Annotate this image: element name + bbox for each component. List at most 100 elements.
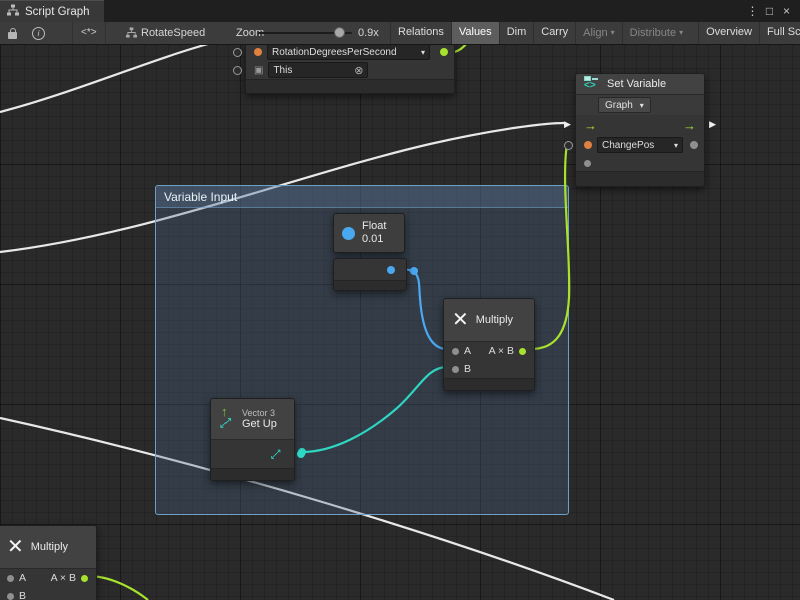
node-footer [334, 280, 406, 290]
value-input-port[interactable] [564, 141, 573, 150]
relations-button[interactable]: Relations [390, 22, 451, 44]
vector3-icon: ↗ ↙ [270, 448, 282, 460]
node-multiply[interactable]: ✕ Multiply A A × B B [443, 298, 535, 391]
target-field[interactable]: This ⊗ [268, 62, 368, 78]
info-icon[interactable]: i [32, 27, 45, 40]
variable-name-dropdown[interactable]: RotationDegreesPerSecond ▾ [267, 44, 430, 60]
float-type-icon [342, 227, 355, 240]
node-set-variable[interactable]: <> Set Variable Graph ▾ ▶ → → ▶ Ch [575, 73, 705, 187]
values-button[interactable]: Values [451, 22, 499, 44]
scope-label: Graph [605, 100, 633, 111]
node-multiply-2[interactable]: ✕ Multiply A A × B B [0, 525, 97, 600]
overview-button[interactable]: Overview [698, 22, 759, 44]
flow-out-arrow-icon[interactable]: → [683, 119, 696, 132]
tab-script-graph[interactable]: Script Graph [0, 0, 104, 22]
input-a-port[interactable] [7, 575, 14, 582]
titlebar: Script Graph ⋮ □ × [0, 0, 800, 22]
output-row: ↗ ↙ [211, 440, 294, 468]
circle-x-icon[interactable]: ⊗ [354, 64, 363, 77]
node-get-up[interactable]: ↑ ↗ ↙ Vector 3 Get Up ↗ ↙ [210, 398, 295, 481]
unity-script-graph-window: Script Graph ⋮ □ × i <*> RotateSpeed Zoo… [0, 0, 800, 600]
node-header: ✕ Multiply [0, 526, 96, 569]
carry-button[interactable]: Carry [533, 22, 575, 44]
flow-row: ▶ → → ▶ [576, 115, 704, 135]
node-float-literal[interactable]: Float 0.01 [333, 213, 405, 253]
type-label: Vector 3 [242, 408, 277, 418]
extra-port-row [576, 155, 704, 171]
wire-green-multiply-to-changepos[interactable] [531, 144, 569, 349]
chevron-down-icon: ▾ [679, 28, 683, 37]
output-row [334, 259, 406, 280]
node-title: Multiply [476, 314, 513, 326]
code-icon[interactable]: <*> [72, 22, 106, 44]
flow-out-triangle[interactable]: ▶ [709, 120, 716, 129]
node-footer [444, 378, 534, 390]
input-a-row: A A × B [444, 342, 534, 360]
align-button[interactable]: Align▾ [575, 22, 621, 44]
dim-button[interactable]: Dim [499, 22, 534, 44]
node-get-variable[interactable]: RotationDegreesPerSecond ▾ ▣ This ⊗ [245, 44, 455, 94]
set-variable-icon: <> [584, 76, 600, 92]
input-b-label: B [464, 363, 471, 375]
node-header: ✕ Multiply [444, 299, 534, 342]
value-output-port[interactable] [440, 48, 448, 56]
float-output-port[interactable] [387, 266, 395, 274]
menu-icon[interactable]: ⋮ [744, 4, 761, 18]
node-float-output[interactable] [333, 258, 407, 291]
input-b-row: B [444, 360, 534, 378]
variable-row: ChangePos ▾ [576, 135, 704, 155]
output-port[interactable] [690, 141, 698, 149]
output-port[interactable] [519, 348, 526, 355]
variable-kind-dot [254, 48, 262, 56]
variable-kind-dot [584, 141, 592, 149]
wire-teal-getup-to-multiply-b[interactable] [302, 367, 447, 452]
node-title: Set Variable [607, 78, 666, 90]
output-port[interactable] [81, 575, 88, 582]
graph-canvas[interactable]: Variable Input RotationDegreesPerSecond … [0, 44, 800, 600]
input-b-label: B [19, 590, 26, 600]
zoom-slider-knob[interactable] [334, 27, 345, 38]
chevron-down-icon: ▾ [674, 141, 678, 150]
input-b-row: B [0, 587, 96, 600]
scope-row: Graph ▾ [576, 95, 704, 115]
chevron-down-icon: ▾ [640, 101, 644, 110]
wire-blue-bend-dot[interactable] [410, 267, 418, 275]
graph-asset-icon [126, 27, 137, 41]
input-b-port[interactable] [452, 366, 459, 373]
input-port[interactable] [233, 66, 242, 75]
node-footer [576, 171, 704, 186]
input-port[interactable] [233, 48, 242, 57]
node-header: ↑ ↗ ↙ Vector 3 Get Up [211, 399, 294, 440]
flow-in-triangle[interactable]: ▶ [564, 120, 571, 129]
input-a-label: A [19, 572, 26, 584]
node-footer [211, 468, 294, 480]
input-b-port[interactable] [7, 593, 14, 600]
node-title: Multiply [31, 541, 68, 553]
cube-icon: ▣ [254, 65, 263, 76]
variable-name-dropdown[interactable]: ChangePos ▾ [597, 137, 683, 153]
input-a-row: A A × B [0, 569, 96, 587]
output-label: A × B [489, 345, 514, 357]
lock-icon[interactable] [8, 32, 17, 39]
input-a-port[interactable] [452, 348, 459, 355]
tab-title: Script Graph [25, 6, 90, 18]
close-icon[interactable]: × [778, 4, 795, 18]
graph-name-label: RotateSpeed [141, 22, 205, 44]
maximize-icon[interactable]: □ [761, 4, 778, 18]
float-value[interactable]: 0.01 [362, 233, 386, 246]
wire-green-bottom[interactable] [88, 576, 148, 600]
scope-dropdown[interactable]: Graph ▾ [598, 97, 651, 113]
variable-row: RotationDegreesPerSecond ▾ [246, 44, 454, 61]
input-port[interactable] [584, 160, 591, 167]
output-label: A × B [51, 572, 76, 584]
variable-name: RotationDegreesPerSecond [272, 47, 397, 58]
distribute-button[interactable]: Distribute▾ [622, 22, 690, 44]
chevron-down-icon: ▾ [421, 48, 425, 57]
node-footer [246, 79, 454, 93]
vector3-up-icon: ↑ ↗ ↙ [219, 406, 235, 432]
flow-in-arrow-icon[interactable]: → [584, 119, 597, 132]
window-controls: ⋮ □ × [744, 0, 800, 22]
vector-output-port[interactable] [297, 450, 305, 458]
zoom-value: 0.9x [358, 22, 379, 44]
fullscreen-button[interactable]: Full Screen [759, 22, 800, 44]
